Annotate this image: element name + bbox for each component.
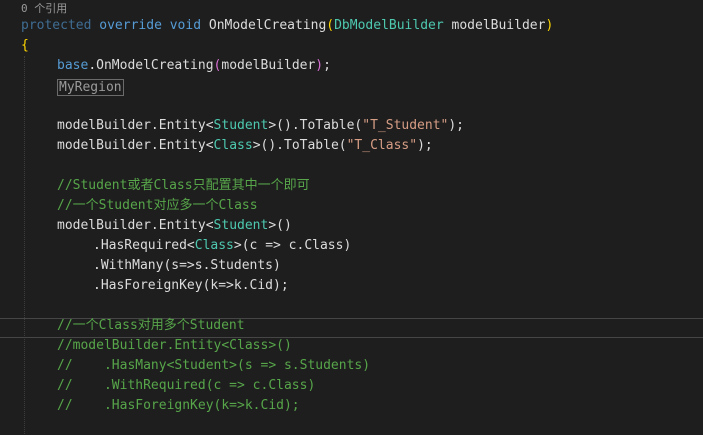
type-name: DbModelBuilder (334, 18, 444, 33)
code-line-method-signature[interactable]: protected override void OnModelCreating(… (21, 16, 553, 36)
code-line-hasrequired[interactable]: .HasRequired<Class>(c => c.Class) (93, 236, 351, 256)
indent-guide (24, 56, 25, 435)
string-literal: "T_Class" (346, 138, 418, 153)
code-text: ); (448, 118, 465, 133)
code-line-hasforeignkey[interactable]: .HasForeignKey(k=>k.Cid); (93, 276, 289, 296)
param-name: modelBuilder (443, 18, 546, 33)
code-comment-4[interactable]: //modelBuilder.Entity<Class>() (57, 336, 292, 356)
code-text: >(c => c.Class) (233, 238, 352, 253)
string-literal: "T_Student" (362, 118, 449, 133)
code-comment-7[interactable]: // .HasForeignKey(k=>k.Cid); (57, 396, 300, 416)
collapsed-region-box[interactable]: MyRegion (57, 79, 124, 96)
codelens-references[interactable]: 0 个引用 (21, 1, 67, 17)
code-text: >().ToTable( (252, 138, 347, 153)
base-call: .OnModelCreating (88, 58, 214, 73)
code-text: ); (417, 138, 433, 153)
code-text: modelBuilder.Entity< (57, 218, 214, 233)
code-comment-6[interactable]: // .WithRequired(c => c.Class) (57, 376, 315, 396)
code-text: modelBuilder.Entity< (57, 118, 214, 133)
code-line-entity-student[interactable]: modelBuilder.Entity<Student>() (57, 216, 292, 236)
code-comment-2[interactable]: //一个Student对应多一个Class (57, 196, 258, 216)
close-paren: ) (545, 18, 554, 33)
code-line-open-brace[interactable]: { (21, 36, 29, 56)
code-editor[interactable]: 0 个引用 protected override void OnModelCre… (0, 0, 703, 435)
code-text: >().ToTable( (268, 118, 363, 133)
keyword-base: base (57, 58, 89, 73)
keyword-protected: protected (21, 18, 92, 33)
type-name: Class (213, 138, 253, 153)
brace: { (21, 38, 29, 53)
type-name: Class (194, 238, 234, 253)
code-line-student-totable[interactable]: modelBuilder.Entity<Student>().ToTable("… (57, 116, 464, 136)
code-text: .HasRequired< (93, 238, 195, 253)
code-comment-3[interactable]: //一个Class对用多个Student (57, 316, 245, 336)
type-name: Student (213, 218, 269, 233)
semicolon: ; (323, 58, 331, 73)
code-comment-5[interactable]: // .HasMany<Student>(s => s.Students) (57, 356, 370, 376)
close-paren: ) (315, 58, 324, 73)
code-line-region[interactable]: MyRegion (57, 78, 124, 98)
code-line-base-call[interactable]: base.OnModelCreating(modelBuilder); (57, 56, 331, 76)
code-line-withmany[interactable]: .WithMany(s=>s.Students) (93, 256, 281, 276)
code-text: modelBuilder.Entity< (57, 138, 214, 153)
code-comment-1[interactable]: //Student或者Class只配置其中一个即可 (57, 176, 310, 196)
keyword-void: void (169, 18, 202, 33)
code-line-class-totable[interactable]: modelBuilder.Entity<Class>().ToTable("T_… (57, 136, 433, 156)
arg: modelBuilder (221, 58, 316, 73)
keyword-override: override (99, 18, 162, 33)
open-paren: ( (326, 18, 335, 33)
code-text: >() (268, 218, 292, 233)
type-name: Student (213, 118, 269, 133)
method-name: OnModelCreating (208, 18, 327, 33)
